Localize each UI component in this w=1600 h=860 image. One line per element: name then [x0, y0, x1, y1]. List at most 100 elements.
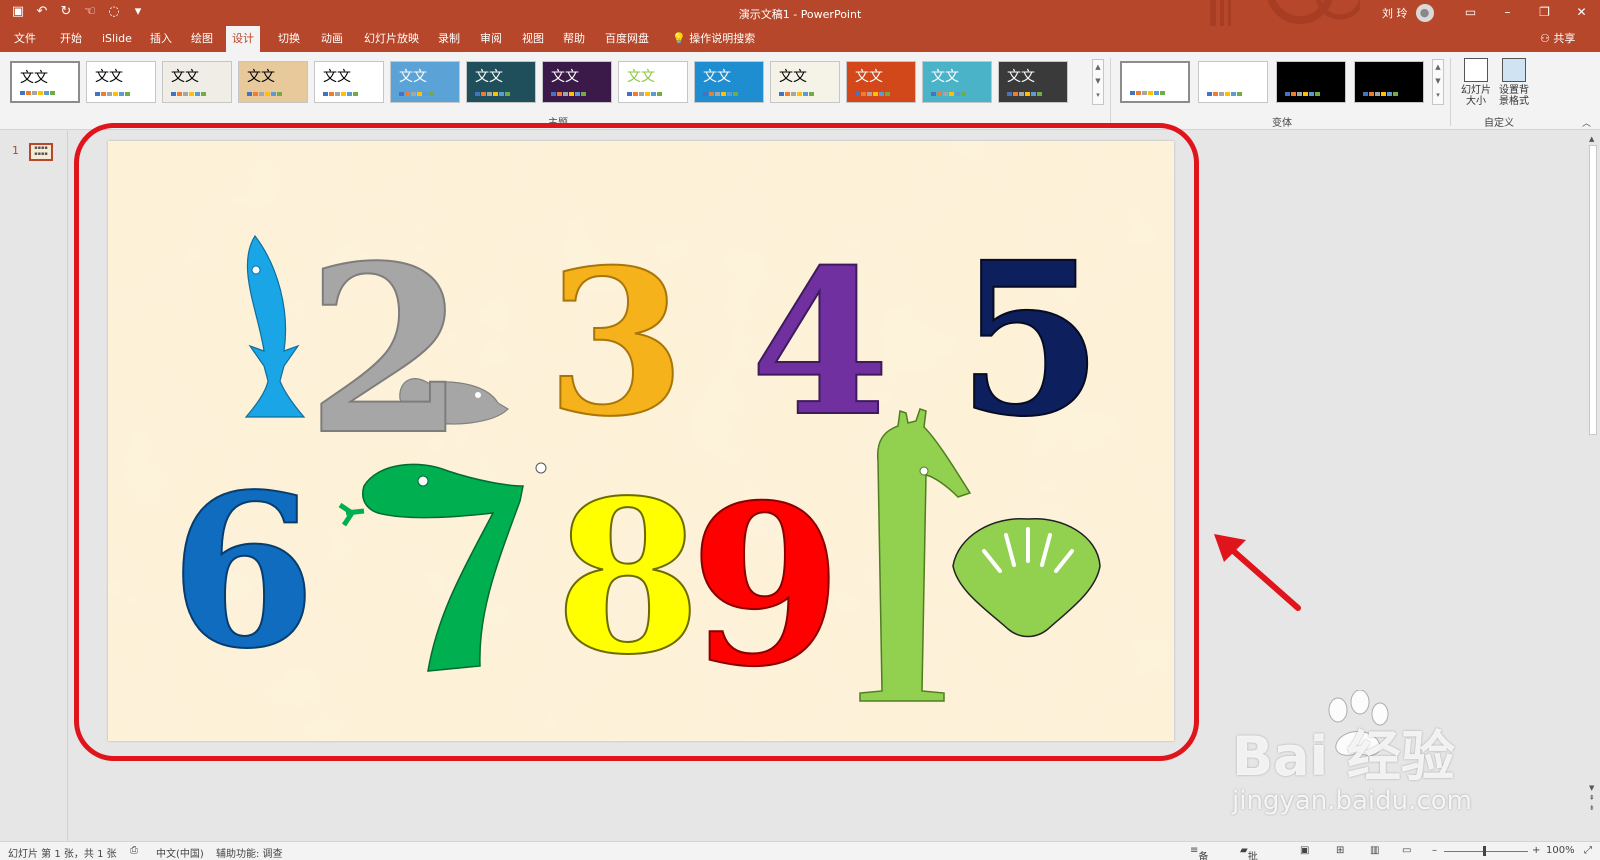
variants-gallery-scroll[interactable]: ▲ ▼ ▾	[1432, 59, 1444, 105]
theme-thumbnail-label: 文文	[931, 69, 959, 85]
tab-view[interactable]: 视图	[516, 26, 550, 52]
tab-review[interactable]: 审阅	[474, 26, 508, 52]
document-title: 演示文稿1 - PowerPoint	[738, 8, 862, 21]
watermark-url: jingyan.baidu.com	[1232, 786, 1472, 816]
comments-label: 批注	[1247, 852, 1258, 860]
tab-help[interactable]: 帮助	[557, 26, 591, 52]
variant-thumbnail[interactable]	[1354, 61, 1424, 103]
collapse-ribbon-icon[interactable]: ︿	[1582, 116, 1591, 129]
zoom-in-icon[interactable]: +	[1532, 845, 1540, 856]
variant-color-swatches	[1285, 92, 1320, 96]
variant-thumbnail[interactable]	[1120, 61, 1190, 103]
theme-thumbnail[interactable]: 文文	[86, 61, 156, 103]
theme-thumbnail[interactable]: 文文	[618, 61, 688, 103]
zoom-slider[interactable]	[1444, 851, 1528, 852]
slide-thumbnail[interactable]: ▪▪▪▪ ▪▪▪▪	[29, 143, 53, 161]
reading-view-icon[interactable]: ▥	[1370, 845, 1379, 856]
tab-animations[interactable]: 动画	[315, 26, 349, 52]
scroll-up-icon[interactable]: ▲	[1589, 135, 1594, 143]
comments-button[interactable]: ▰ 批注	[1240, 845, 1258, 860]
slide-size-icon	[1464, 58, 1488, 82]
format-background-icon	[1502, 58, 1526, 82]
language-status[interactable]: 中文(中国)	[156, 845, 204, 860]
variants-group-label: 变体	[1272, 118, 1292, 129]
theme-thumbnail[interactable]: 文文	[846, 61, 916, 103]
theme-thumbnail[interactable]: 文文	[466, 61, 536, 103]
theme-color-swatches	[779, 92, 814, 96]
notes-button[interactable]: ≡ 备注	[1190, 845, 1208, 860]
theme-color-swatches	[399, 92, 434, 96]
tab-transitions[interactable]: 切换	[272, 26, 306, 52]
format-background-button[interactable]: 设置背景格式	[1496, 58, 1532, 107]
restore-icon[interactable]: ❐	[1526, 0, 1563, 26]
scrollbar-thumb[interactable]	[1589, 145, 1597, 435]
theme-thumbnail-label: 文文	[171, 69, 199, 85]
tell-me-label: 操作说明搜索	[689, 32, 756, 45]
theme-thumbnail[interactable]: 文文	[542, 61, 612, 103]
vertical-scrollbar[interactable]: ▲ ▼ ⇞ ⇟	[1586, 131, 1600, 841]
tell-me-search[interactable]: 💡 操作说明搜索	[666, 26, 761, 52]
theme-thumbnail[interactable]: 文文	[162, 61, 232, 103]
theme-thumbnail[interactable]: 文文	[314, 61, 384, 103]
slide-sorter-icon[interactable]: ⊞	[1336, 845, 1344, 856]
variant-thumbnail[interactable]	[1198, 61, 1268, 103]
theme-thumbnail[interactable]: 文文	[998, 61, 1068, 103]
variant-thumbnail[interactable]	[1276, 61, 1346, 103]
tab-home[interactable]: 开始	[54, 26, 88, 52]
minimize-icon[interactable]: –	[1489, 0, 1526, 26]
slide-size-button[interactable]: 幻灯片大小	[1458, 58, 1494, 107]
theme-thumbnail-label: 文文	[399, 69, 427, 85]
theme-thumbnail-label: 文文	[779, 69, 807, 85]
theme-thumbnail[interactable]: 文文	[390, 61, 460, 103]
theme-thumbnail[interactable]: 文文	[770, 61, 840, 103]
theme-color-swatches	[931, 92, 966, 96]
slideshow-icon[interactable]: ▭	[1402, 845, 1411, 856]
theme-color-swatches	[1007, 92, 1042, 96]
status-bar: 幻灯片 第 1 张，共 1 张 ⎙ 中文(中国) 辅助功能: 调查 ≡ 备注 ▰…	[0, 841, 1600, 860]
user-account[interactable]: 刘 玲 ●	[1382, 4, 1434, 22]
theme-color-swatches	[551, 92, 586, 96]
accessibility-status[interactable]: 辅助功能: 调查	[216, 845, 283, 860]
ribbon-tabs: 文件 开始 iSlide 插入 绘图 设计 切换 动画 幻灯片放映 录制 审阅 …	[0, 26, 1600, 52]
zoom-level[interactable]: 100%	[1546, 845, 1575, 856]
tab-draw[interactable]: 绘图	[185, 26, 219, 52]
tab-baidu-netdisk[interactable]: 百度网盘	[599, 26, 655, 52]
user-name: 刘 玲	[1382, 7, 1408, 20]
tab-slideshow[interactable]: 幻灯片放映	[358, 26, 425, 52]
tab-insert[interactable]: 插入	[144, 26, 178, 52]
tab-design[interactable]: 设计	[226, 26, 260, 52]
theme-color-swatches	[247, 92, 282, 96]
theme-color-swatches	[95, 92, 130, 96]
theme-color-swatches	[323, 92, 358, 96]
normal-view-icon[interactable]: ▣	[1300, 845, 1309, 856]
annotation-arrow-icon	[1214, 534, 1301, 611]
fit-to-window-icon[interactable]: ⤢	[1584, 845, 1592, 856]
share-button[interactable]: ⚇ 共享	[1540, 26, 1575, 52]
theme-thumbnail[interactable]: 文文	[238, 61, 308, 103]
customize-group-label: 自定义	[1484, 118, 1514, 129]
theme-thumbnail[interactable]: 文文	[922, 61, 992, 103]
tab-islide[interactable]: iSlide	[96, 26, 138, 52]
theme-thumbnail-label: 文文	[247, 69, 275, 85]
avatar[interactable]: ●	[1415, 4, 1434, 22]
zoom-out-icon[interactable]: –	[1432, 845, 1437, 856]
title-bar: ▣ ↶ ↻ ☜ ◌ ▾ 演示文稿1 - PowerPoint 刘 玲 ● ▭ –…	[0, 0, 1600, 26]
tab-record[interactable]: 录制	[432, 26, 466, 52]
theme-thumbnail[interactable]: 文文	[10, 61, 80, 103]
slide-number: 1	[12, 144, 19, 157]
share-label: 共享	[1553, 32, 1576, 45]
scroll-down-icon[interactable]: ▼ ⇞ ⇟	[1589, 783, 1595, 813]
ribbon-display-options-icon[interactable]: ▭	[1452, 0, 1489, 26]
theme-thumbnail-label: 文文	[551, 69, 579, 85]
zoom-slider-thumb[interactable]	[1483, 846, 1486, 856]
close-icon[interactable]: ✕	[1563, 0, 1600, 26]
theme-thumbnail[interactable]: 文文	[694, 61, 764, 103]
annotation-highlight-frame	[74, 123, 1199, 761]
tab-file[interactable]: 文件	[8, 26, 42, 52]
theme-color-swatches	[475, 92, 510, 96]
themes-gallery-scroll[interactable]: ▲ ▼ ▾	[1092, 59, 1104, 105]
theme-thumbnail-label: 文文	[855, 69, 883, 85]
theme-thumbnail-label: 文文	[703, 69, 731, 85]
spellcheck-icon[interactable]: ⎙	[130, 845, 138, 856]
theme-thumbnail-label: 文文	[475, 69, 503, 85]
